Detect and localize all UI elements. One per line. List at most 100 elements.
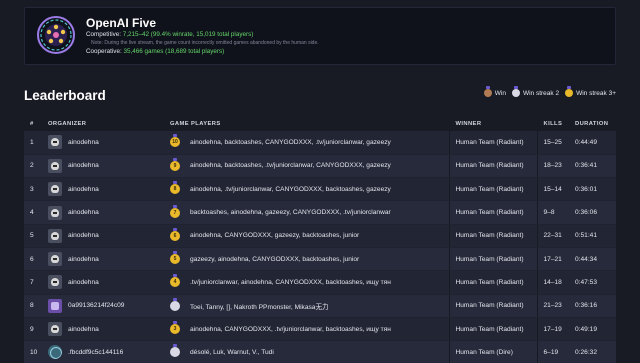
organizer-name[interactable]: ainodehna xyxy=(68,232,99,239)
organizer-cell: ainodehna xyxy=(42,224,164,248)
game-players-list: gazeezy, ainodehna, CANYGODXXX, backtoas… xyxy=(190,255,360,263)
rank-cell: 3 xyxy=(24,177,42,202)
game-players-list: .tv/juniorclanwar, ainodehna, CANYGODXXX… xyxy=(190,278,391,286)
duration-cell: 0:36:16 xyxy=(569,294,616,318)
organizer-name[interactable]: ainodehna xyxy=(68,139,99,146)
players-cell: Toei, Tanny, [], Nakroth PPmonster, Mika… xyxy=(164,294,449,318)
players-cell: désolé, Luk, Warnut, V., Tudi xyxy=(164,340,449,363)
kills-cell: 9–8 xyxy=(537,200,569,225)
players-cell: 10 ainodehna, backtoashes, CANYGODXXX, .t… xyxy=(164,131,449,155)
players-cell: 3 ainodehna, CANYGODXXX, .tv/juniorclanwa… xyxy=(164,317,449,342)
kills-cell: 21–23 xyxy=(537,294,569,318)
column-header-kills: KILLS xyxy=(537,116,569,131)
openai-five-summary-card: OpenAI Five Competitive: 7,215–42 (99.4%… xyxy=(24,7,616,65)
organizer-cell: 0a99136214f24c09 xyxy=(42,294,164,318)
kills-cell: 14–18 xyxy=(537,270,569,295)
players-cell: 6 ainodehna, CANYGODXXX, gazeezy, backtoa… xyxy=(164,224,449,248)
duration-cell: 0:47:53 xyxy=(569,270,616,295)
gold-medal-icon: 8 xyxy=(170,181,180,195)
players-cell: 8 ainodehna, .tv/juniorclanwar, CANYGODXX… xyxy=(164,177,449,202)
rank-cell: 10 xyxy=(24,340,42,363)
winner-cell: Human Team (Radiant) xyxy=(448,200,538,225)
table-row[interactable]: 3 ainodehna 8 ainodehna, .tv/juniorclanwar,… xyxy=(24,177,616,202)
kills-cell: 18–23 xyxy=(537,154,569,179)
game-players-list: backtoashes, ainodehna, gazeezy, CANYGOD… xyxy=(190,209,391,217)
medal-legend: Win Win streak 2 Win streak 3+ xyxy=(478,86,616,97)
kills-cell: 6–19 xyxy=(537,340,569,363)
organizer-name[interactable]: ainodehna xyxy=(68,279,99,286)
rank-cell: 8 xyxy=(24,294,42,318)
gold-medal-icon: 9 xyxy=(170,157,180,171)
avatar xyxy=(48,158,62,173)
silver-medal-icon xyxy=(170,344,180,358)
winner-cell: Human Team (Radiant) xyxy=(448,177,538,202)
players-cell: 4 .tv/juniorclanwar, ainodehna, CANYGODXX… xyxy=(164,270,449,295)
organizer-name[interactable]: ainodehna xyxy=(68,326,99,333)
silver-medal-icon xyxy=(170,297,180,311)
avatar xyxy=(48,252,62,267)
winner-cell: Human Team (Radiant) xyxy=(448,131,538,155)
organizer-cell: ainodehna xyxy=(42,317,164,342)
column-header-duration: DURATION xyxy=(569,116,616,131)
duration-cell: 0:36:01 xyxy=(569,177,616,202)
winner-cell: Human Team (Radiant) xyxy=(448,294,538,318)
summary-title: OpenAI Five xyxy=(86,16,157,30)
players-cell: 5 gazeezy, ainodehna, CANYGODXXX, backtoa… xyxy=(164,247,449,272)
kills-cell: 15–25 xyxy=(537,131,569,155)
organizer-cell: ainodehna xyxy=(42,200,164,225)
rank-cell: 4 xyxy=(24,200,42,225)
table-row[interactable]: 9 ainodehna 3 ainodehna, CANYGODXXX, .tv/ju… xyxy=(24,317,616,342)
players-cell: 7 backtoashes, ainodehna, gazeezy, CANYGO… xyxy=(164,200,449,225)
organizer-name[interactable]: ainodehna xyxy=(68,162,99,169)
organizer-name[interactable]: ainodehna xyxy=(68,209,99,216)
game-players-list: ainodehna, .tv/juniorclanwar, CANYGODXXX… xyxy=(190,185,391,193)
table-row[interactable]: 10 .fbcddf9c5c144116 désolé, Luk, Warnut, … xyxy=(24,340,616,363)
kills-cell: 15–14 xyxy=(537,177,569,202)
gold-medal-icon: 10 xyxy=(170,134,180,148)
gold-medal-icon: 4 xyxy=(170,274,180,288)
organizer-name[interactable]: 0a99136214f24c09 xyxy=(68,302,124,309)
organizer-name[interactable]: ainodehna xyxy=(68,256,99,263)
table-row[interactable]: 1 ainodehna 10 ainodehna, backtoashes, CANY… xyxy=(24,131,616,155)
organizer-name[interactable]: ainodehna xyxy=(68,186,99,193)
rank-cell: 6 xyxy=(24,247,42,272)
legend-item-win-streak-3: Win streak 3+ xyxy=(565,86,616,97)
leaderboard-table: # ORGANIZER GAME PLAYERS WINNER KILLS DU… xyxy=(24,116,616,363)
duration-cell: 0:49:19 xyxy=(569,317,616,342)
cooperative-line: Cooperative: 35,466 games (18,689 total … xyxy=(86,48,224,55)
kills-cell: 22–31 xyxy=(537,224,569,248)
avatar xyxy=(48,135,62,150)
kills-cell: 17–21 xyxy=(537,247,569,272)
winner-cell: Human Team (Radiant) xyxy=(448,154,538,179)
table-row[interactable]: 6 ainodehna 5 gazeezy, ainodehna, CANYGODXX… xyxy=(24,247,616,272)
table-row[interactable]: 4 ainodehna 7 backtoashes, ainodehna, gazee… xyxy=(24,200,616,225)
game-players-list: ainodehna, backtoashes, CANYGODXXX, .tv/… xyxy=(190,138,391,146)
legend-label: Win streak 3+ xyxy=(576,89,616,97)
duration-cell: 0:44:34 xyxy=(569,247,616,272)
gold-medal-icon: 3 xyxy=(170,321,180,335)
duration-cell: 0:36:06 xyxy=(569,200,616,225)
organizer-name[interactable]: .fbcddf9c5c144116 xyxy=(68,349,123,356)
table-row[interactable]: 2 ainodehna 9 ainodehna, backtoashes, .tv/j… xyxy=(24,154,616,179)
duration-cell: 0:26:32 xyxy=(569,340,616,363)
avatar xyxy=(48,228,62,243)
table-row[interactable]: 5 ainodehna 6 ainodehna, CANYGODXXX, gazeez… xyxy=(24,224,616,248)
organizer-cell: ainodehna xyxy=(42,247,164,272)
silver-medal-icon xyxy=(511,86,520,97)
organizer-cell: ainodehna xyxy=(42,270,164,295)
winner-cell: Human Team (Radiant) xyxy=(448,247,538,272)
rank-cell: 2 xyxy=(24,154,42,179)
avatar xyxy=(48,345,62,360)
duration-cell: 0:44:49 xyxy=(569,131,616,155)
competitive-line: Competitive: 7,215–42 (99.4% winrate, 15… xyxy=(86,31,253,38)
legend-label: Win xyxy=(494,89,506,97)
rank-cell: 1 xyxy=(24,131,42,155)
winner-cell: Human Team (Radiant) xyxy=(448,224,538,248)
organizer-cell: ainodehna xyxy=(42,177,164,202)
table-row[interactable]: 7 ainodehna 4 .tv/juniorclanwar, ainodehna,… xyxy=(24,270,616,295)
game-players-list: ainodehna, CANYGODXXX, .tv/juniorclanwar… xyxy=(190,325,391,333)
legend-label: Win streak 2 xyxy=(522,89,560,97)
competitive-label: Competitive: xyxy=(86,31,121,38)
table-header-row: # ORGANIZER GAME PLAYERS WINNER KILLS DU… xyxy=(24,116,616,131)
table-row[interactable]: 8 0a99136214f24c09 Toei, Tanny, [], Nakrot… xyxy=(24,294,616,318)
